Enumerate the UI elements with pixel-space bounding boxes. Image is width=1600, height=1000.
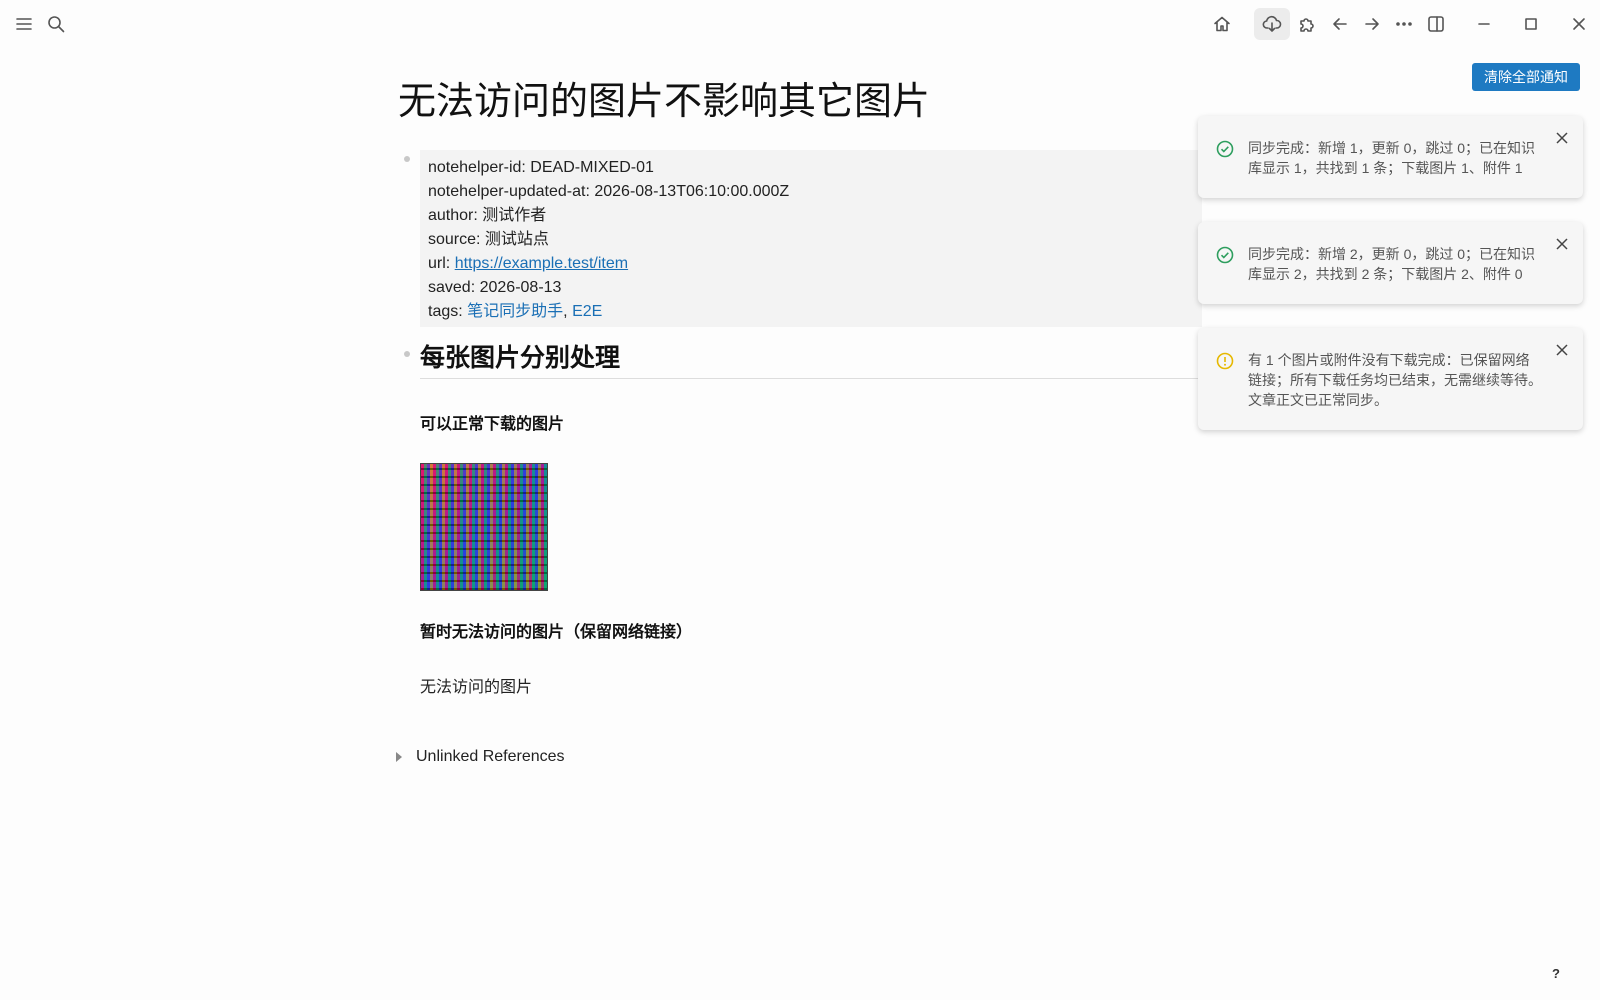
unlinked-references-toggle[interactable]: Unlinked References — [396, 748, 565, 766]
puzzle-icon[interactable] — [1294, 11, 1320, 37]
property-row: notehelper-updated-at: 2026-08-13T06:10:… — [428, 180, 1194, 204]
property-row: saved: 2026-08-13 — [428, 276, 1194, 300]
home-icon[interactable] — [1209, 11, 1235, 37]
tag-link[interactable]: E2E — [572, 303, 602, 320]
property-value: 2026-08-13T06:10:00.000Z — [594, 183, 790, 200]
property-row: url: https://example.test/item — [428, 252, 1194, 276]
sidebar-toggle-icon[interactable] — [1423, 11, 1449, 37]
page-title[interactable]: 无法访问的图片不影响其它图片 — [398, 70, 930, 125]
tag-link[interactable]: 笔记同步助手 — [467, 303, 563, 320]
check-circle-icon — [1216, 246, 1234, 264]
property-value: DEAD-MIXED-01 — [530, 159, 654, 176]
notification-text: 同步完成：新增 2，更新 0，跳过 0；已在知识库显示 2，共找到 2 条；下载… — [1248, 246, 1536, 282]
menu-icon[interactable] — [11, 11, 37, 37]
forward-arrow-icon[interactable] — [1359, 11, 1385, 37]
minimize-icon[interactable] — [1471, 11, 1497, 37]
more-icon[interactable] — [1391, 11, 1417, 37]
property-row: source: 测试站点 — [428, 228, 1194, 252]
property-key: notehelper-updated-at: — [428, 183, 590, 200]
downloaded-image[interactable] — [420, 463, 548, 591]
close-notification-icon[interactable] — [1555, 130, 1569, 144]
property-row: author: 测试作者 — [428, 204, 1194, 228]
property-row: tags: 笔记同步助手, E2E — [428, 300, 1194, 324]
maximize-icon[interactable] — [1518, 11, 1544, 37]
url-link[interactable]: https://example.test/item — [455, 255, 628, 272]
broken-image-label[interactable]: 暂时无法访问的图片（保留网络链接） — [420, 618, 692, 642]
property-key: url: — [428, 255, 451, 272]
close-notification-icon[interactable] — [1555, 236, 1569, 250]
close-notification-icon[interactable] — [1555, 342, 1569, 356]
notification-warning: 有 1 个图片或附件没有下载完成：已保留网络链接；所有下载任务均已结束，无需继续… — [1198, 328, 1583, 430]
warning-circle-icon — [1216, 352, 1234, 370]
check-circle-icon — [1216, 140, 1234, 158]
block-bullet[interactable] — [404, 351, 410, 357]
property-row: notehelper-id: DEAD-MIXED-01 — [428, 156, 1194, 180]
property-value: 测试站点 — [484, 231, 549, 248]
section-heading[interactable]: 每张图片分别处理 — [420, 338, 1202, 379]
cloud-download-icon[interactable] — [1254, 8, 1290, 40]
property-key: notehelper-id: — [428, 159, 526, 176]
notification-text: 有 1 个图片或附件没有下载完成：已保留网络链接；所有下载任务均已结束，无需继续… — [1248, 352, 1542, 408]
notification-success: 同步完成：新增 2，更新 0，跳过 0；已在知识库显示 2，共找到 2 条；下载… — [1198, 222, 1583, 304]
property-key: tags: — [428, 303, 463, 320]
clear-all-notifications-button[interactable]: 清除全部通知 — [1472, 63, 1580, 91]
property-value: 测试作者 — [482, 207, 547, 224]
properties-block[interactable]: notehelper-id: DEAD-MIXED-01 notehelper-… — [420, 150, 1202, 327]
broken-image[interactable]: 无法访问的图片 — [420, 673, 532, 697]
broken-image-alt: 无法访问的图片 — [420, 679, 533, 696]
property-key: saved: — [428, 279, 476, 296]
property-key: author: — [428, 207, 478, 224]
top-toolbar — [0, 0, 1600, 48]
notification-success: 同步完成：新增 1，更新 0，跳过 0；已在知识库显示 1，共找到 1 条；下载… — [1198, 116, 1583, 198]
back-arrow-icon[interactable] — [1327, 11, 1353, 37]
property-value: 2026-08-13 — [479, 279, 562, 296]
ok-image-label[interactable]: 可以正常下载的图片 — [420, 410, 564, 434]
tag-separator: , — [563, 303, 568, 320]
caret-right-icon — [396, 752, 402, 762]
close-icon[interactable] — [1566, 11, 1592, 37]
help-button[interactable]: ? — [1546, 963, 1566, 983]
block-bullet[interactable] — [404, 156, 410, 162]
notification-text: 同步完成：新增 1，更新 0，跳过 0；已在知识库显示 1，共找到 1 条；下载… — [1248, 140, 1536, 176]
unlinked-references-label: Unlinked References — [416, 748, 565, 765]
property-key: source: — [428, 231, 481, 248]
search-icon[interactable] — [43, 11, 69, 37]
